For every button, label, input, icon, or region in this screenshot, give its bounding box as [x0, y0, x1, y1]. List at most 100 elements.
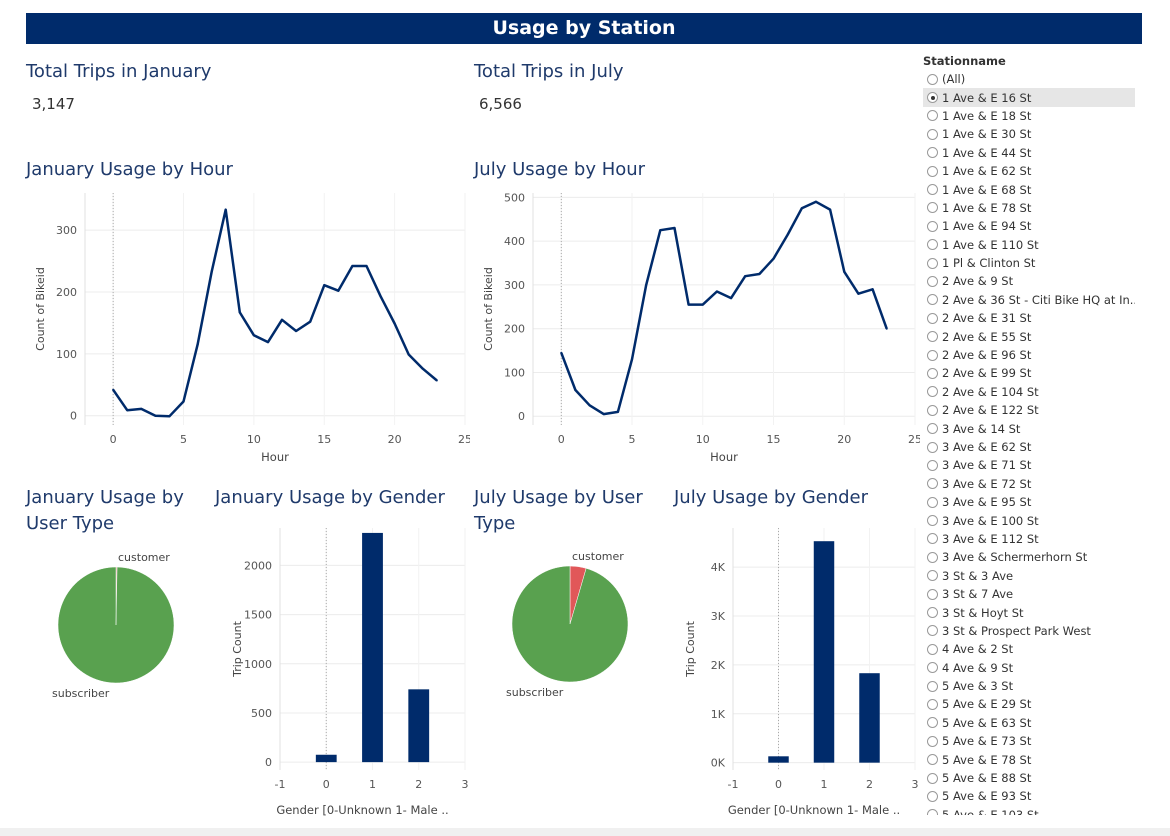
station-option[interactable]: 1 Ave & E 16 St [923, 88, 1135, 107]
jan-user-type-pie: customer subscriber [52, 551, 175, 700]
x-tick-label: 15 [317, 433, 331, 446]
data-point [800, 207, 803, 210]
radio-icon[interactable] [927, 386, 938, 398]
station-option[interactable]: 1 Ave & E 94 St [923, 217, 1135, 235]
station-option[interactable]: 1 Ave & E 30 St [923, 125, 1135, 143]
radio-icon[interactable] [927, 607, 938, 619]
station-option[interactable]: 3 Ave & E 100 St [923, 511, 1135, 529]
station-option[interactable]: 5 Ave & E 63 St [923, 714, 1135, 732]
radio-icon[interactable] [927, 735, 938, 747]
radio-icon[interactable] [927, 312, 938, 324]
station-option[interactable]: 3 Ave & E 62 St [923, 438, 1135, 456]
radio-icon[interactable] [927, 698, 938, 710]
radio-icon[interactable] [927, 367, 938, 379]
radio-icon[interactable] [927, 809, 938, 815]
station-option[interactable]: 3 Ave & 14 St [923, 419, 1135, 437]
radio-icon[interactable] [927, 662, 938, 674]
radio-icon[interactable] [927, 92, 938, 104]
station-option-label: 5 Ave & E 88 St [942, 771, 1032, 786]
station-option[interactable]: 1 Ave & E 62 St [923, 162, 1135, 180]
station-option[interactable]: 3 Ave & E 95 St [923, 493, 1135, 511]
station-option[interactable]: 3 Ave & E 112 St [923, 530, 1135, 548]
radio-icon[interactable] [927, 680, 938, 692]
y-tick-label: 1K [711, 708, 726, 721]
station-option[interactable]: 1 Ave & E 78 St [923, 199, 1135, 217]
station-option[interactable]: 3 Ave & E 71 St [923, 456, 1135, 474]
radio-icon[interactable] [927, 294, 938, 306]
x-tick-label: 0 [775, 778, 782, 791]
y-axis-label: Trip Count [231, 620, 244, 678]
station-option[interactable]: 2 Ave & E 122 St [923, 401, 1135, 419]
station-option[interactable]: 2 Ave & E 96 St [923, 346, 1135, 364]
station-option[interactable]: 1 Ave & E 44 St [923, 144, 1135, 162]
data-point [730, 297, 733, 300]
radio-icon[interactable] [927, 441, 938, 453]
radio-icon[interactable] [927, 790, 938, 802]
radio-icon[interactable] [927, 588, 938, 600]
station-option[interactable]: 2 Ave & E 31 St [923, 309, 1135, 327]
radio-icon[interactable] [927, 275, 938, 287]
station-option[interactable]: 5 Ave & 3 St [923, 677, 1135, 695]
station-option[interactable]: 2 Ave & E 104 St [923, 383, 1135, 401]
radio-icon[interactable] [927, 110, 938, 122]
data-point [421, 367, 424, 370]
station-option[interactable]: 2 Ave & E 99 St [923, 364, 1135, 382]
radio-icon[interactable] [927, 533, 938, 545]
radio-icon[interactable] [927, 128, 938, 140]
radio-icon[interactable] [927, 423, 938, 435]
station-option[interactable]: 2 Ave & 9 St [923, 272, 1135, 290]
station-option[interactable]: 5 Ave & E 103 St [923, 806, 1135, 815]
station-option[interactable]: 2 Ave & 36 St - Citi Bike HQ at In... [923, 291, 1135, 309]
station-option[interactable]: 1 Ave & E 68 St [923, 180, 1135, 198]
radio-icon[interactable] [927, 239, 938, 251]
station-option[interactable]: 3 Ave & Schermerhorn St [923, 548, 1135, 566]
station-option[interactable]: 5 Ave & E 73 St [923, 732, 1135, 750]
y-axis-label: Count of Bikeid [34, 267, 47, 351]
radio-icon[interactable] [927, 331, 938, 343]
radio-icon[interactable] [927, 184, 938, 196]
y-tick-label: 2000 [244, 559, 272, 572]
jul-total-title: Total Trips in July [474, 61, 624, 82]
radio-icon[interactable] [927, 772, 938, 784]
data-point [393, 322, 396, 325]
station-option-label: 2 Ave & E 104 St [942, 384, 1039, 399]
station-option[interactable]: 3 St & 3 Ave [923, 567, 1135, 585]
radio-icon[interactable] [927, 496, 938, 508]
station-option[interactable]: 3 St & Hoyt St [923, 603, 1135, 621]
station-option[interactable]: 4 Ave & 9 St [923, 659, 1135, 677]
radio-icon[interactable] [927, 459, 938, 471]
radio-icon[interactable] [927, 570, 938, 582]
radio-icon[interactable] [927, 165, 938, 177]
radio-icon[interactable] [927, 754, 938, 766]
radio-icon[interactable] [927, 349, 938, 361]
station-option[interactable]: 1 Ave & E 110 St [923, 236, 1135, 254]
station-option[interactable]: 1 Ave & E 18 St [923, 107, 1135, 125]
station-option[interactable]: 5 Ave & E 93 St [923, 787, 1135, 805]
radio-icon[interactable] [927, 478, 938, 490]
station-option[interactable]: (All) [923, 70, 1135, 88]
radio-icon[interactable] [927, 147, 938, 159]
radio-icon[interactable] [927, 257, 938, 269]
x-tick-label: 10 [247, 433, 261, 446]
radio-icon[interactable] [927, 515, 938, 527]
radio-icon[interactable] [927, 202, 938, 214]
radio-icon[interactable] [927, 625, 938, 637]
radio-icon[interactable] [927, 220, 938, 232]
station-option[interactable]: 5 Ave & E 29 St [923, 695, 1135, 713]
station-option[interactable]: 2 Ave & E 55 St [923, 327, 1135, 345]
station-option[interactable]: 3 St & Prospect Park West [923, 622, 1135, 640]
station-option[interactable]: 5 Ave & E 78 St [923, 750, 1135, 768]
station-option[interactable]: 1 Pl & Clinton St [923, 254, 1135, 272]
radio-icon[interactable] [927, 717, 938, 729]
data-point [588, 404, 591, 407]
station-option[interactable]: 3 Ave & E 72 St [923, 475, 1135, 493]
radio-icon[interactable] [927, 551, 938, 563]
station-option[interactable]: 3 St & 7 Ave [923, 585, 1135, 603]
radio-icon[interactable] [927, 643, 938, 655]
station-option[interactable]: 4 Ave & 2 St [923, 640, 1135, 658]
radio-icon[interactable] [927, 404, 938, 416]
radio-icon[interactable] [927, 73, 938, 85]
data-point [168, 415, 171, 418]
station-option[interactable]: 5 Ave & E 88 St [923, 769, 1135, 787]
y-tick-label: 0 [70, 410, 77, 423]
